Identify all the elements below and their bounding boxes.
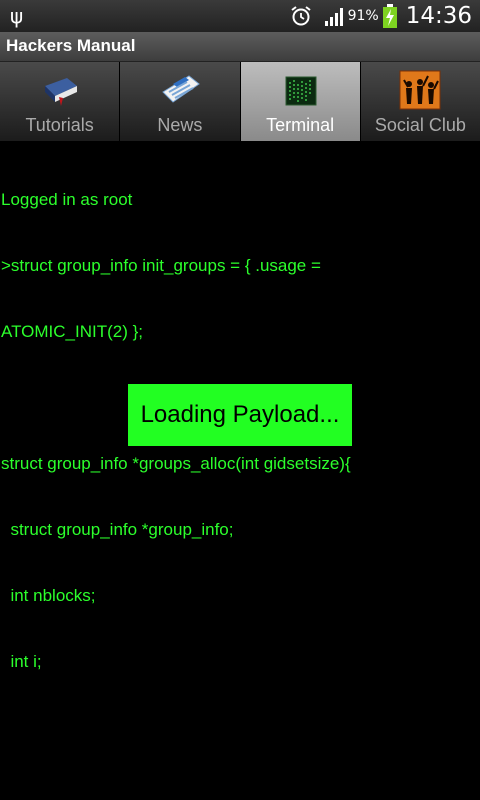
terminal-line: Logged in as root	[1, 190, 133, 209]
book-icon	[44, 78, 77, 106]
terminal-icon	[285, 76, 317, 106]
clock: 14:36	[405, 3, 472, 29]
terminal-line: >struct group_info init_groups = { .usag…	[1, 256, 321, 275]
terminal-line: int nblocks;	[1, 586, 96, 605]
loading-payload-button[interactable]: Loading Payload...	[128, 384, 352, 446]
tab-social-club[interactable]: Social Club	[360, 62, 480, 141]
terminal-line: struct group_info *groups_alloc(int gids…	[1, 454, 351, 473]
tab-label: Social Club	[374, 115, 466, 135]
tab-bar: Tutorials News Terminal Social Club	[0, 62, 480, 141]
status-bar: ψ 91% 14:36	[0, 0, 480, 32]
app-screen: ψ 91% 14:36 Hackers Manual Tutorials New…	[0, 0, 480, 800]
tab-label: Terminal	[266, 115, 335, 135]
tab-news[interactable]: News	[120, 62, 241, 141]
battery-percent: 91%	[347, 8, 379, 24]
battery-charging-icon	[382, 4, 397, 28]
status-right: 91% 14:36	[290, 0, 472, 32]
tab-label: News	[157, 115, 203, 135]
tab-terminal[interactable]: Terminal	[240, 62, 361, 141]
terminal-line: int i;	[1, 652, 42, 671]
tab-label: Tutorials	[25, 115, 94, 135]
alarm-icon	[290, 6, 311, 26]
terminal-line: ATOMIC_INIT(2) };	[1, 322, 144, 341]
app-title: Hackers Manual	[6, 36, 136, 55]
usb-icon: ψ	[10, 4, 24, 28]
signal-icon	[324, 8, 343, 26]
crowd-icon	[399, 70, 441, 110]
title-bar: Hackers Manual	[0, 32, 480, 62]
tab-tutorials[interactable]: Tutorials	[0, 62, 121, 141]
terminal-line: struct group_info *group_info;	[1, 520, 234, 539]
newspaper-icon	[162, 75, 200, 103]
